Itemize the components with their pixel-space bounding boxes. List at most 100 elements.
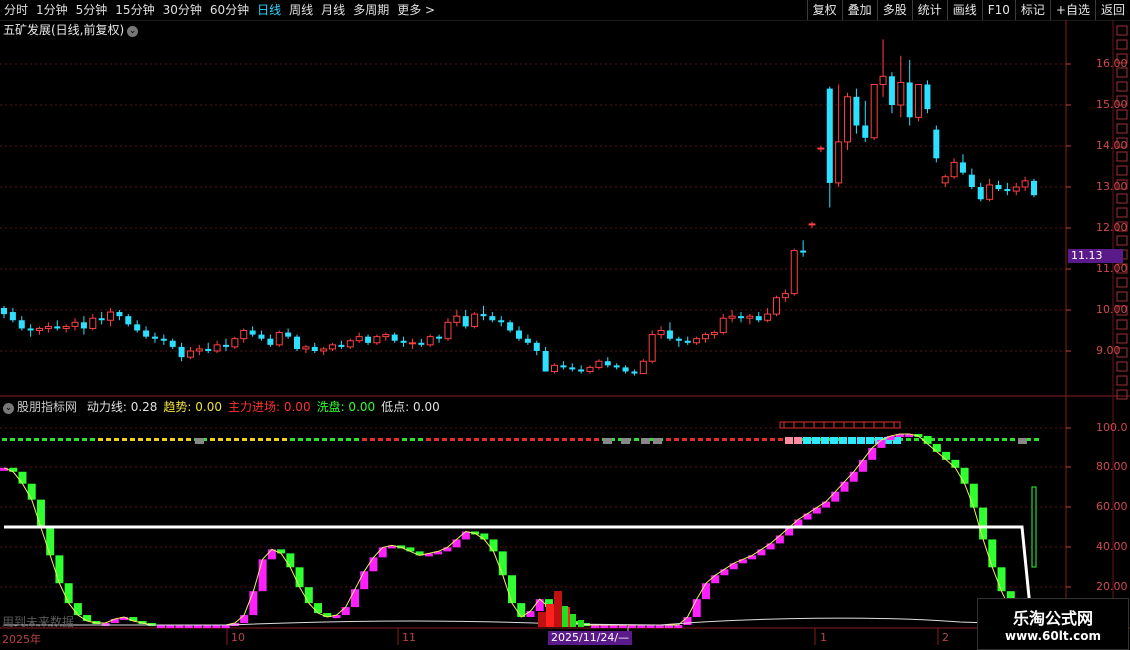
candle-body (684, 340, 691, 343)
indicator-value-0: 动力线: 0.28 (86, 400, 158, 414)
signal-dash (450, 438, 455, 441)
candle-body (1004, 189, 1011, 192)
indicator-bar (18, 471, 27, 484)
indicator-bar (240, 615, 249, 624)
candle-body (134, 324, 141, 331)
signal-dash (754, 438, 759, 441)
signal-dash (698, 438, 703, 441)
candle-body (320, 348, 328, 352)
indicator-bar (129, 617, 138, 622)
logo-line1: 乐淘公式网 (1012, 609, 1093, 628)
indicator-bar (452, 539, 461, 548)
candle-body (862, 125, 869, 138)
indicator-axis-label: 20.00 (1096, 580, 1128, 593)
signal-dash (938, 438, 943, 441)
candle-body (906, 82, 913, 118)
last-price-tag: 11.13 (1068, 249, 1123, 263)
candle-body (1012, 186, 1020, 192)
signal-dash (770, 438, 775, 441)
indicator-bar (960, 467, 969, 484)
chart-canvas[interactable] (0, 0, 1130, 650)
wash-bar (562, 606, 568, 627)
signal-dash (482, 438, 487, 441)
side-glyph (1116, 81, 1128, 92)
watermark-text: 用到未来数据 (2, 615, 75, 629)
signal-dash (330, 438, 335, 441)
indicator-bar (849, 471, 858, 482)
peak-block (785, 437, 793, 444)
candle-body (888, 76, 895, 105)
candle-body (44, 325, 52, 329)
candle-body (737, 316, 744, 319)
signal-dash (242, 438, 247, 441)
site-logo: 乐淘公式网 www.60lt.com (977, 598, 1129, 650)
signal-dash (706, 438, 711, 441)
signal-dash (98, 438, 103, 441)
indicator-bar (979, 507, 988, 540)
indicator-bar (508, 575, 516, 604)
signal-dash (290, 438, 295, 441)
candle-body (80, 322, 87, 329)
signal-dash (914, 438, 919, 441)
signal-dash (722, 438, 727, 441)
signal-dash (1034, 438, 1039, 441)
candle-body (844, 96, 852, 143)
signal-dash (162, 438, 167, 441)
candle-body (524, 338, 531, 343)
signal-dash (402, 438, 407, 441)
candle-body (826, 88, 833, 183)
candle-body (569, 367, 576, 370)
signal-dash (506, 438, 511, 441)
date-axis-label: 11 (402, 631, 416, 644)
indicator-bar (461, 531, 470, 540)
indicator-bar (480, 533, 489, 540)
candle-body (701, 334, 709, 340)
candle-body (338, 344, 345, 347)
signal-dash (234, 438, 239, 441)
candle-body (578, 369, 585, 372)
indicator-title: ⌄ 股朋指标网 动力线: 0.28 趋势: 0.00 主力进场: 0.00 洗盘: 0.… (3, 398, 440, 415)
candle-body (693, 338, 701, 344)
indicator-bar (64, 583, 73, 604)
candle-body (959, 162, 966, 173)
signal-dash (266, 438, 271, 441)
indicator-bar (489, 539, 498, 552)
peak-block (830, 437, 838, 444)
signal-dash (18, 438, 23, 441)
candle-body (853, 96, 860, 126)
signal-dash (594, 438, 599, 441)
signal-dash (218, 438, 223, 441)
indicator-bar (785, 527, 794, 536)
signal-dash (282, 438, 287, 441)
candle-body (746, 315, 754, 319)
signal-dash (578, 438, 583, 441)
indicator-bar (720, 569, 729, 576)
indicator-bar (304, 587, 313, 604)
signal-dash (994, 438, 999, 441)
candle-body (790, 250, 798, 295)
candle-body (453, 315, 461, 323)
indicator-bar (877, 439, 886, 448)
peak-block (821, 437, 829, 444)
indicator-bar (350, 589, 359, 608)
candle-body (941, 176, 949, 184)
signal-dash (434, 438, 439, 441)
indicator-bar (526, 611, 535, 618)
signal-frame (779, 421, 901, 429)
chevron-down-icon[interactable]: ⌄ (3, 403, 14, 414)
signal-dash (962, 438, 967, 441)
signal-dash (970, 438, 975, 441)
signal-dash (1002, 438, 1007, 441)
candle-body (267, 338, 274, 345)
indicator-bar (942, 451, 951, 460)
signal-dash (586, 438, 591, 441)
date-axis-label: 2025年 (2, 633, 41, 646)
peak-block (839, 437, 847, 444)
indicator-bar (286, 553, 295, 568)
peak-block (794, 437, 802, 444)
indicator-bar (498, 551, 507, 576)
indicator-bar (775, 535, 784, 544)
signal-dash (714, 438, 719, 441)
candle-body (107, 311, 115, 321)
entry-bar (546, 604, 554, 627)
